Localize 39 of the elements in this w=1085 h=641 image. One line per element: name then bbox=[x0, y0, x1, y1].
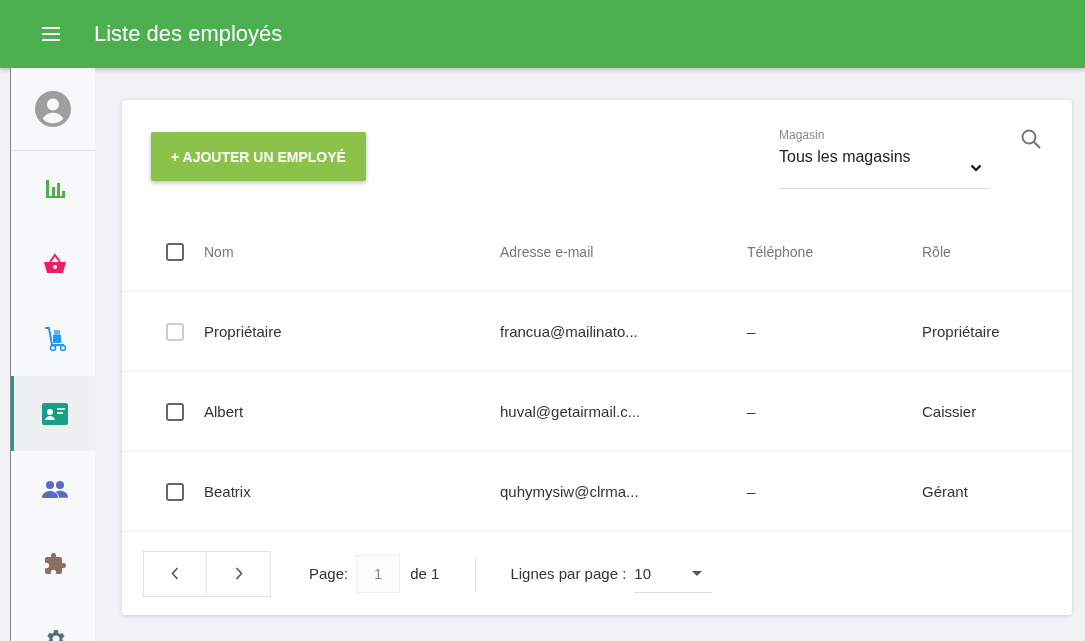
select-all-checkbox[interactable] bbox=[166, 242, 184, 261]
table-cell-text: Albert bbox=[204, 403, 245, 420]
sidebar-item[interactable] bbox=[11, 376, 95, 451]
row-checkbox[interactable] bbox=[166, 482, 184, 501]
table-cell-text: quhymysiw@clrma... bbox=[500, 483, 640, 500]
table-cell-text: Propriétaire bbox=[922, 323, 1001, 340]
table-cell-text: Gérant bbox=[922, 483, 969, 500]
page-label: Page: bbox=[309, 565, 349, 582]
puzzle-piece-icon bbox=[42, 551, 67, 576]
store-select[interactable]: Magasin Tous les magasins bbox=[779, 128, 990, 189]
column-header: Adresse e-mail bbox=[500, 243, 595, 260]
page-title: Liste des employés bbox=[94, 21, 283, 47]
menu-icon[interactable] bbox=[42, 27, 60, 41]
rows-per-page-label: Lignes par page : bbox=[510, 565, 627, 582]
dropdown-arrow-icon bbox=[692, 570, 703, 576]
rows-per-page-select[interactable]: 10 bbox=[634, 554, 713, 593]
basket-icon bbox=[42, 252, 67, 275]
table-cell-text: – bbox=[747, 483, 757, 500]
table-cell-text: Beatrix bbox=[204, 483, 252, 500]
page-count: de 1 bbox=[410, 565, 440, 582]
id-card-icon bbox=[41, 402, 68, 425]
user-avatar-icon[interactable] bbox=[35, 91, 71, 127]
hand-truck-icon bbox=[42, 325, 67, 352]
column-header: Téléphone bbox=[747, 243, 815, 260]
bar-chart-icon bbox=[43, 177, 66, 200]
table-cell-text: huval@getairmail.c... bbox=[500, 403, 642, 420]
chevron-down-icon bbox=[970, 164, 982, 172]
table-cell-text: – bbox=[747, 403, 757, 420]
chevron-left-icon bbox=[171, 567, 179, 580]
table-cell-text: – bbox=[747, 323, 757, 340]
chevron-right-icon bbox=[234, 567, 243, 580]
table-cell-text: Caissier bbox=[922, 403, 978, 420]
table-cell-text: francua@mailinato... bbox=[500, 323, 639, 340]
table-cell-text: Propriétaire bbox=[204, 323, 283, 340]
search-icon[interactable] bbox=[1020, 128, 1042, 150]
column-header: Nom bbox=[204, 243, 235, 260]
column-header: Rôle bbox=[922, 243, 952, 260]
row-checkbox[interactable] bbox=[166, 402, 184, 421]
people-icon bbox=[41, 479, 68, 498]
